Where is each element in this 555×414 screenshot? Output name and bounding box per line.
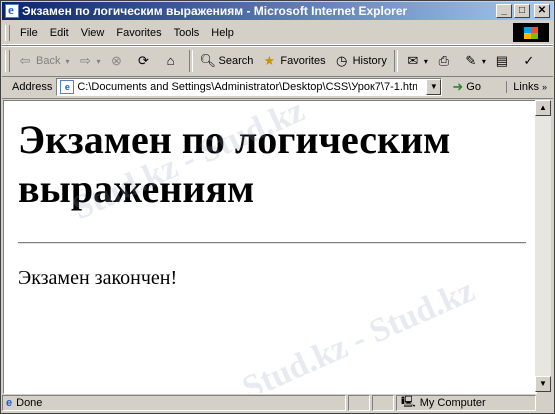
status-cell-empty: [348, 394, 370, 411]
mail-dropdown-icon[interactable]: ▾: [424, 57, 428, 66]
menu-favorites[interactable]: Favorites: [110, 27, 167, 39]
search-button[interactable]: 🔍︎ Search: [196, 49, 258, 73]
back-dropdown-icon[interactable]: ▾: [65, 57, 69, 66]
address-bar: Address e ▼ ➜ Go Links »: [2, 76, 553, 99]
horizontal-rule: [18, 242, 526, 244]
minimize-button[interactable]: _: [496, 4, 512, 18]
mail-icon: ✉: [407, 53, 419, 68]
back-button[interactable]: ⇦ Back ▾: [13, 49, 73, 73]
scroll-up-button[interactable]: ▲: [535, 100, 551, 116]
history-label: History: [352, 55, 387, 67]
links-button[interactable]: Links »: [506, 81, 553, 93]
status-text-cell: e Done: [2, 394, 346, 411]
refresh-icon: ⟳: [138, 53, 149, 68]
forward-button[interactable]: ⇨ ▾: [73, 49, 104, 73]
toolbar-separator: [393, 50, 398, 72]
messenger-button[interactable]: ✓: [517, 49, 544, 73]
history-icon: ◷: [335, 53, 348, 68]
menu-view[interactable]: View: [75, 27, 111, 39]
page-icon: e: [60, 80, 75, 94]
back-arrow-icon: ⇦: [19, 53, 31, 68]
ie-icon: [5, 2, 19, 18]
home-icon: ⌂: [166, 53, 175, 68]
address-dropdown-button[interactable]: ▼: [426, 79, 442, 95]
address-label: Address: [12, 81, 53, 93]
menu-bar: File Edit View Favorites Tools Help: [2, 22, 553, 45]
forward-dropdown-icon[interactable]: ▾: [96, 57, 100, 66]
forward-arrow-icon: ⇨: [80, 53, 91, 68]
page-content: Stud.kz - Stud.kz Stud.kz - Stud.kz Экза…: [3, 100, 537, 394]
toolbar-separator: [188, 50, 193, 72]
mail-button[interactable]: ✉ ▾: [401, 49, 432, 73]
history-button[interactable]: ◷ History: [330, 49, 391, 73]
edit-icon: ✎: [465, 53, 477, 68]
favorites-button[interactable]: ★ Favorites: [257, 49, 329, 73]
discuss-button[interactable]: ▤: [490, 49, 517, 73]
stop-button[interactable]: ⊗: [105, 49, 132, 73]
scroll-down-button[interactable]: ▼: [535, 376, 551, 392]
status-bar: e Done 🖳︎ My Computer: [2, 393, 553, 412]
edit-dropdown-icon[interactable]: ▾: [482, 57, 486, 66]
menu-help[interactable]: Help: [205, 27, 240, 39]
page-done-icon: e: [6, 396, 13, 409]
links-label: Links: [513, 81, 539, 93]
computer-icon: 🖳︎: [401, 396, 416, 408]
discuss-icon: ▤: [495, 53, 509, 68]
chevron-right-icon: »: [541, 82, 547, 92]
search-icon: 🔍︎: [199, 53, 217, 68]
go-label: Go: [466, 81, 481, 93]
go-arrow-icon: ➜: [452, 79, 464, 94]
address-input[interactable]: [77, 81, 418, 93]
favorites-label: Favorites: [280, 55, 326, 67]
standard-toolbar: ⇦ Back ▾ ⇨ ▾ ⊗ ⟳ ⌂ 🔍︎ Search ★ Favorites…: [2, 45, 553, 77]
refresh-button[interactable]: ⟳: [132, 49, 159, 73]
home-button[interactable]: ⌂: [159, 49, 186, 73]
print-icon: ⎙: [438, 53, 450, 68]
page-heading: Экзамен по логическим выражениям: [18, 117, 451, 211]
page-text: Экзамен закончен!: [18, 267, 178, 289]
menu-tools[interactable]: Tools: [168, 27, 206, 39]
menu-file[interactable]: File: [14, 27, 44, 39]
menu-edit[interactable]: Edit: [44, 27, 75, 39]
status-cell-empty: [372, 394, 394, 411]
edit-button[interactable]: ✎ ▾: [459, 49, 490, 73]
search-label: Search: [218, 55, 254, 67]
windows-logo-icon: [513, 23, 549, 42]
close-button[interactable]: ✕: [534, 4, 550, 18]
maximize-button[interactable]: □: [514, 4, 530, 18]
zone-cell: 🖳︎ My Computer: [396, 394, 536, 411]
print-button[interactable]: ⎙: [432, 49, 459, 73]
toolbar-grip[interactable]: [5, 50, 10, 72]
back-label: Back: [36, 55, 61, 67]
zone-text: My Computer: [419, 396, 486, 409]
browser-window: Экзамен по логическим выражениям - Micro…: [0, 0, 555, 414]
stop-icon: ⊗: [111, 53, 122, 68]
favorites-icon: ★: [263, 53, 276, 68]
watermark: Stud.kz - Stud.kz: [237, 271, 480, 394]
messenger-icon: ✓: [523, 53, 535, 68]
title-bar: Экзамен по логическим выражениям - Micro…: [2, 2, 553, 20]
go-button[interactable]: ➜ Go: [446, 79, 487, 95]
toolbar-grip[interactable]: [5, 25, 10, 41]
window-title: Экзамен по логическим выражениям - Micro…: [22, 4, 408, 18]
vertical-scrollbar[interactable]: ▲ ▼: [535, 100, 551, 392]
address-field[interactable]: e ▼: [56, 78, 443, 96]
status-text: Done: [16, 396, 43, 409]
